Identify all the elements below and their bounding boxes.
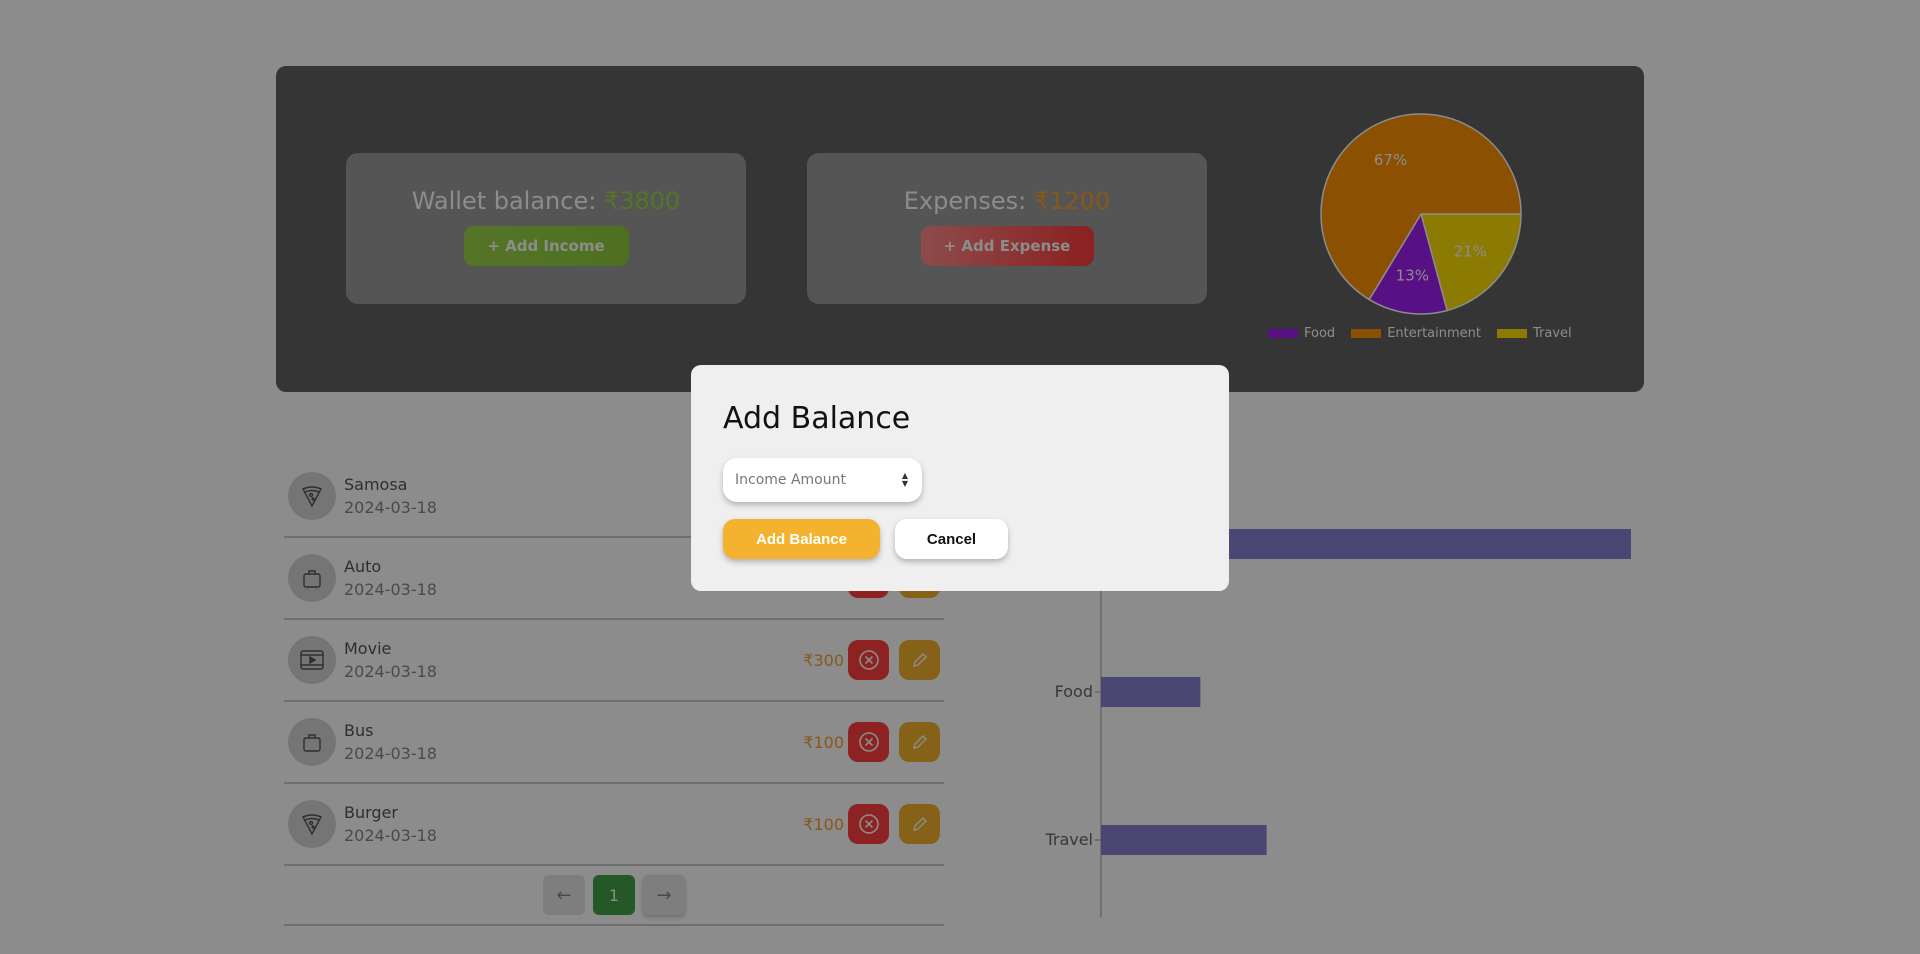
modal-title: Add Balance xyxy=(723,401,911,436)
spinner-down-icon[interactable]: ▼ xyxy=(902,480,908,488)
number-spinner[interactable]: ▲ ▼ xyxy=(900,472,910,488)
add-balance-button[interactable]: Add Balance xyxy=(723,519,880,559)
income-amount-placeholder: Income Amount xyxy=(735,472,846,488)
income-amount-input[interactable]: Income Amount ▲ ▼ xyxy=(723,458,922,502)
add-balance-modal: Add Balance Income Amount ▲ ▼ Add Balanc… xyxy=(691,365,1229,591)
cancel-button[interactable]: Cancel xyxy=(895,519,1008,559)
page: Expense Tracker Wallet balance: ₹3800 + … xyxy=(0,0,1920,954)
